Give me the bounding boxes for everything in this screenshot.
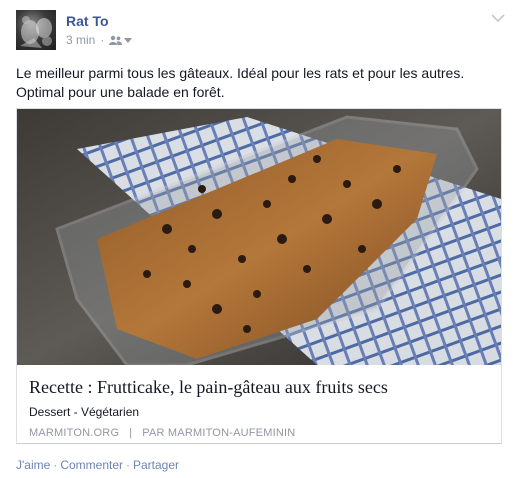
link-preview-image[interactable] bbox=[17, 109, 501, 365]
source-byline: PAR MARMITON-AUFEMININ bbox=[142, 427, 296, 439]
cake-photo bbox=[17, 109, 501, 365]
action-separator: · bbox=[53, 458, 58, 472]
link-preview-source: MARMITON.ORG | PAR MARMITON-AUFEMININ bbox=[29, 427, 295, 439]
like-link[interactable]: J'aime bbox=[16, 458, 50, 472]
post-meta: 3 min · bbox=[66, 33, 133, 47]
post-actions: J'aime · Commenter · Partager bbox=[16, 458, 179, 472]
source-separator: | bbox=[129, 427, 133, 439]
comment-link[interactable]: Commenter bbox=[60, 458, 123, 472]
friends-icon bbox=[109, 35, 123, 45]
link-preview-card[interactable]: Recette : Frutticake, le pain-gâteau aux… bbox=[16, 108, 502, 444]
feed-post: Rat To 3 min · Le meilleur parmi tous le… bbox=[0, 0, 517, 478]
link-preview-description: Dessert - Végétarien bbox=[29, 405, 140, 419]
meta-separator: · bbox=[100, 33, 105, 47]
link-preview-title[interactable]: Recette : Frutticake, le pain-gâteau aux… bbox=[29, 377, 489, 398]
share-link[interactable]: Partager bbox=[133, 458, 179, 472]
post-message: Le meilleur parmi tous les gâteaux. Idéa… bbox=[16, 65, 465, 100]
audience-selector[interactable] bbox=[109, 35, 133, 45]
post-timestamp[interactable]: 3 min bbox=[66, 33, 95, 47]
source-domain: MARMITON.ORG bbox=[29, 427, 120, 439]
action-separator: · bbox=[126, 458, 130, 472]
avatar[interactable] bbox=[16, 10, 56, 50]
caret-down-icon bbox=[124, 37, 133, 43]
author-name[interactable]: Rat To bbox=[66, 13, 109, 29]
chevron-down-icon[interactable] bbox=[490, 11, 506, 25]
